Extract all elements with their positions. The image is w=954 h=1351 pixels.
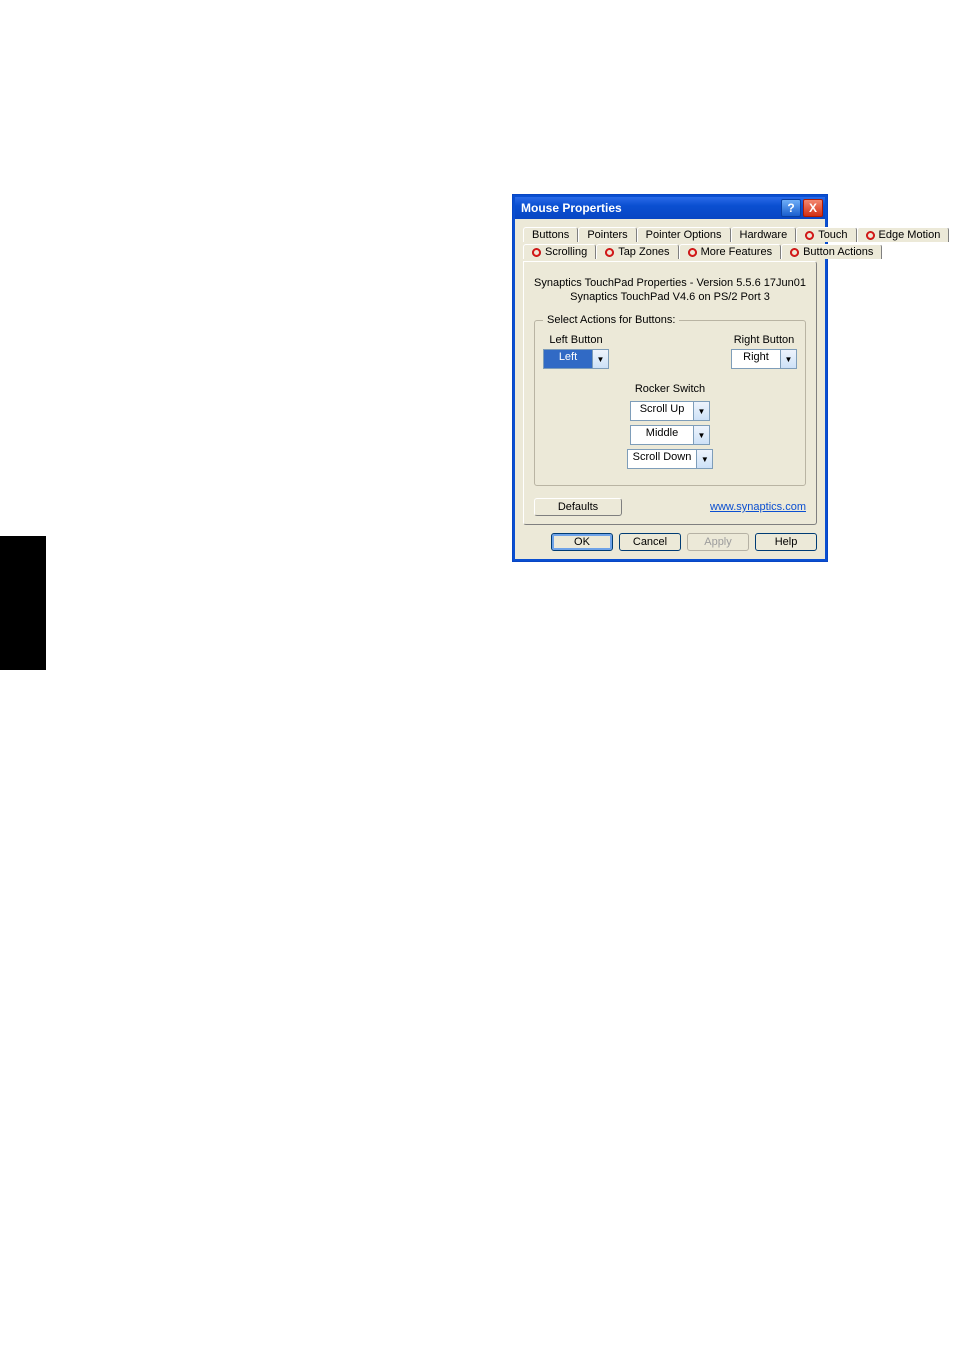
dialog-body: Buttons Pointers Pointer Options Hardwar… [515,219,825,559]
rocker-mid-value: Middle [631,426,693,444]
tab-row-2: Scrolling Tap Zones More Features Button… [523,244,882,259]
tab-touch[interactable]: Touch [796,227,856,242]
tab-content: Synaptics TouchPad Properties - Version … [523,261,817,525]
rocker-switch-label: Rocker Switch [543,383,797,395]
left-button-select[interactable]: Left ▼ [543,349,609,369]
chevron-down-icon: ▼ [592,350,608,368]
group-legend: Select Actions for Buttons: [543,314,679,326]
sidebar-black-strip [0,536,46,670]
tab-edge-motion[interactable]: Edge Motion [857,227,950,242]
titlebar-help-button[interactable]: ? [781,199,801,217]
left-button-col: Left Button Left ▼ [543,334,609,369]
version-info: Synaptics TouchPad Properties - Version … [534,276,806,304]
synaptics-ring-icon [688,248,697,257]
synaptics-link[interactable]: www.synaptics.com [710,501,806,513]
help-button[interactable]: Help [755,533,817,551]
tab-label: Hardware [740,229,788,241]
right-button-label: Right Button [731,334,797,346]
tab-label: Pointers [587,229,627,241]
tab-hardware[interactable]: Hardware [731,227,797,242]
tab-pointer-options[interactable]: Pointer Options [637,227,731,242]
button-row: Left Button Left ▼ Right Button Right ▼ [543,334,797,369]
close-icon: X [809,201,817,215]
version-line-1: Synaptics TouchPad Properties - Version … [534,276,806,290]
cancel-button[interactable]: Cancel [619,533,681,551]
bottom-row: Defaults www.synaptics.com [534,498,806,516]
rocker-down-value: Scroll Down [628,450,697,468]
synaptics-ring-icon [805,231,814,240]
rocker-down-select[interactable]: Scroll Down ▼ [627,449,714,469]
synaptics-ring-icon [866,231,875,240]
tabs: Buttons Pointers Pointer Options Hardwar… [523,227,817,261]
tab-label: More Features [701,246,773,258]
tab-label: Pointer Options [646,229,722,241]
chevron-down-icon: ▼ [780,350,796,368]
tab-more-features[interactable]: More Features [679,244,782,259]
titlebar-close-button[interactable]: X [803,199,823,217]
tab-label: Button Actions [803,246,873,258]
chevron-down-icon: ▼ [693,426,709,444]
right-button-col: Right Button Right ▼ [731,334,797,369]
chevron-down-icon: ▼ [693,402,709,420]
ok-button[interactable]: OK [551,533,613,551]
apply-button[interactable]: Apply [687,533,749,551]
tab-pointers[interactable]: Pointers [578,227,636,242]
select-actions-group: Select Actions for Buttons: Left Button … [534,314,806,486]
tab-label: Scrolling [545,246,587,258]
rocker-up-value: Scroll Up [631,402,693,420]
tab-button-actions[interactable]: Button Actions [781,244,882,259]
rocker-up-select[interactable]: Scroll Up ▼ [630,401,710,421]
rocker-mid-select[interactable]: Middle ▼ [630,425,710,445]
synaptics-ring-icon [605,248,614,257]
rocker-row: Rocker Switch Scroll Up ▼ Middle ▼ [543,369,797,471]
tab-label: Edge Motion [879,229,941,241]
titlebar[interactable]: Mouse Properties ? X [515,197,825,219]
right-button-select[interactable]: Right ▼ [731,349,797,369]
tab-scrolling[interactable]: Scrolling [523,244,596,259]
tab-buttons[interactable]: Buttons [523,227,578,242]
tab-label: Buttons [532,229,569,241]
tab-label: Touch [818,229,847,241]
tab-label: Tap Zones [618,246,669,258]
chevron-down-icon: ▼ [696,450,712,468]
dialog-button-row: OK Cancel Apply Help [523,525,817,551]
synaptics-ring-icon [532,248,541,257]
defaults-button[interactable]: Defaults [534,498,622,516]
synaptics-ring-icon [790,248,799,257]
titlebar-title: Mouse Properties [521,201,622,215]
tab-row-1: Buttons Pointers Pointer Options Hardwar… [523,227,949,242]
rocker-col: Rocker Switch Scroll Up ▼ Middle ▼ [543,369,797,471]
version-line-2: Synaptics TouchPad V4.6 on PS/2 Port 3 [534,290,806,304]
tab-tap-zones[interactable]: Tap Zones [596,244,678,259]
mouse-properties-dialog: Mouse Properties ? X Buttons Pointers Po… [513,195,827,561]
left-button-value: Left [544,350,592,368]
left-button-label: Left Button [543,334,609,346]
help-icon: ? [787,201,794,215]
right-button-value: Right [732,350,780,368]
